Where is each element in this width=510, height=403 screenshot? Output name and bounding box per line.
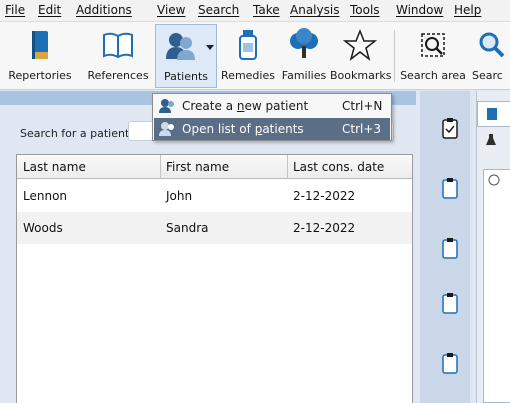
- clipboard-icon[interactable]: [442, 352, 458, 374]
- table-row[interactable]: Woods Sandra 2-12-2022: [17, 212, 412, 244]
- document-icon: [487, 108, 497, 120]
- new-patient-icon: [159, 99, 174, 113]
- patients-button[interactable]: Patients: [155, 24, 217, 88]
- head-icon: [488, 174, 500, 186]
- menu-window[interactable]: Window: [396, 3, 443, 17]
- document-panel: [476, 91, 510, 403]
- open-book-icon: [101, 28, 135, 62]
- document-tab[interactable]: [477, 101, 510, 127]
- menu-edit[interactable]: Edit: [38, 3, 61, 17]
- menu-additions[interactable]: Additions: [76, 3, 132, 17]
- column-header-last-cons-date[interactable]: Last cons. date: [293, 160, 384, 174]
- search-area-button[interactable]: Search area: [400, 24, 466, 88]
- magnifier-icon: [475, 28, 509, 62]
- table-header: Last name First name Last cons. date: [17, 155, 412, 179]
- column-divider[interactable]: [287, 155, 288, 179]
- flask-icon[interactable]: [485, 133, 497, 147]
- search-label: Searc: [472, 69, 503, 82]
- references-button[interactable]: References: [82, 24, 154, 88]
- cell-last-name: Lennon: [23, 189, 68, 203]
- menu-help[interactable]: Help: [454, 3, 481, 17]
- cell-first-name: John: [166, 189, 193, 203]
- chevron-down-icon[interactable]: [206, 45, 214, 51]
- menu-search[interactable]: Search: [198, 3, 239, 17]
- menu-file[interactable]: File: [5, 3, 25, 17]
- search-button[interactable]: Searc: [472, 24, 510, 88]
- patient-list-icon: [159, 122, 174, 136]
- clipboard-icon[interactable]: [442, 177, 458, 199]
- search-area-icon: [416, 28, 450, 62]
- shortcut-label: Ctrl+N: [342, 99, 383, 113]
- open-list-of-patients-label: Open list of patients: [182, 122, 304, 136]
- create-new-patient-label: Create a new patient: [182, 99, 309, 113]
- repertories-label: Repertories: [8, 69, 72, 82]
- table-row[interactable]: Lennon John 2-12-2022: [17, 180, 412, 212]
- cell-last-cons-date: 2-12-2022: [293, 189, 356, 203]
- families-label: Families: [281, 69, 327, 82]
- shortcut-label: Ctrl+3: [342, 122, 382, 136]
- patients-icon: [164, 29, 198, 63]
- patient-table: Last name First name Last cons. date Len…: [16, 154, 413, 403]
- clipboard-icon[interactable]: [442, 292, 458, 314]
- patients-label: Patients: [163, 70, 209, 83]
- column-header-first-name[interactable]: First name: [166, 160, 229, 174]
- menu-tools[interactable]: Tools: [350, 3, 380, 17]
- column-header-last-name[interactable]: Last name: [23, 160, 86, 174]
- clipboard-icon[interactable]: [442, 237, 458, 259]
- column-divider[interactable]: [160, 155, 161, 179]
- remedies-button[interactable]: Remedies: [220, 24, 276, 88]
- toolbar-divider: [394, 30, 395, 82]
- cell-last-cons-date: 2-12-2022: [293, 221, 356, 235]
- remedy-jar-icon: [231, 28, 265, 62]
- book-icon: [23, 28, 57, 62]
- clipboard-check-icon[interactable]: [442, 117, 458, 139]
- patients-dropdown-menu: Create a new patient Ctrl+N Open list of…: [152, 93, 392, 141]
- menu-bar: File Edit Additions View Search Take Ana…: [0, 0, 510, 22]
- document-area: [483, 169, 510, 403]
- cell-first-name: Sandra: [166, 221, 209, 235]
- menu-take[interactable]: Take: [253, 3, 280, 17]
- toolbar: Repertories References Patients Remedies…: [0, 22, 510, 90]
- menu-item-create-new-patient[interactable]: Create a new patient Ctrl+N: [154, 95, 390, 117]
- patient-search-label: Search for a patient:: [20, 127, 133, 140]
- bookmarks-button[interactable]: Bookmarks: [330, 24, 392, 88]
- menu-view[interactable]: View: [157, 3, 185, 17]
- menu-item-open-list-of-patients[interactable]: Open list of patients Ctrl+3: [154, 118, 390, 140]
- tree-icon: [287, 28, 321, 62]
- repertories-button[interactable]: Repertories: [2, 24, 78, 88]
- menu-analysis[interactable]: Analysis: [290, 3, 339, 17]
- bookmarks-label: Bookmarks: [330, 69, 392, 82]
- remedies-label: Remedies: [221, 69, 275, 82]
- references-label: References: [87, 69, 149, 82]
- star-icon: [342, 28, 378, 62]
- cell-last-name: Woods: [23, 221, 63, 235]
- search-area-label: Search area: [400, 69, 466, 82]
- families-button[interactable]: Families: [279, 24, 329, 88]
